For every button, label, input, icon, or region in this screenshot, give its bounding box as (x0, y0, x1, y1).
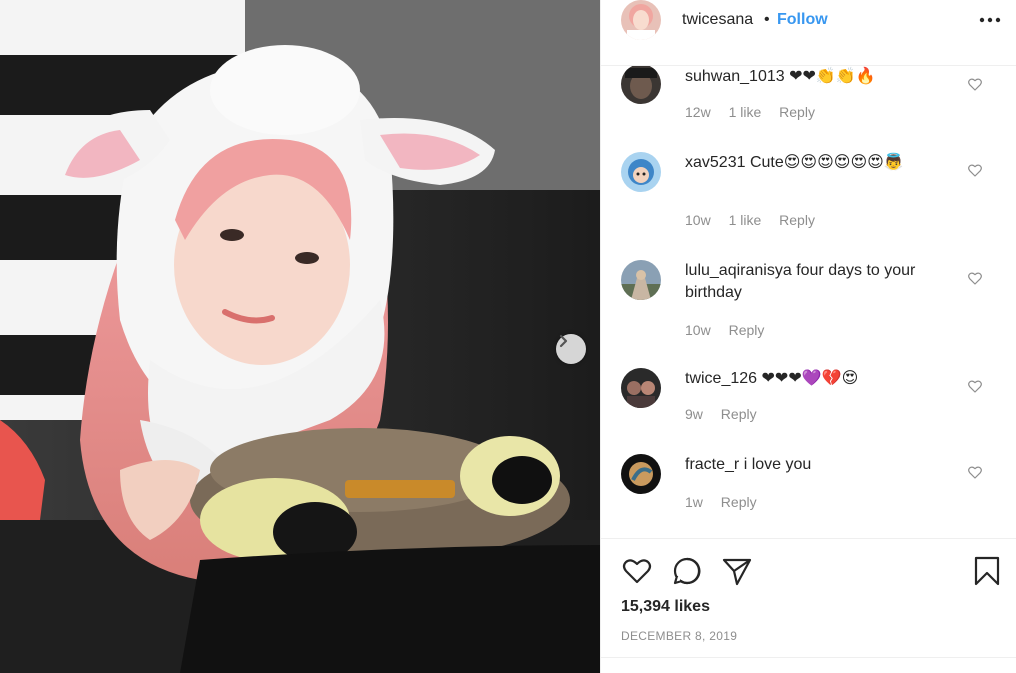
follow-button[interactable]: Follow (777, 11, 828, 29)
comment-time: 9w (685, 406, 703, 422)
post-photo (0, 0, 600, 673)
comment-text: ❤❤👏👏🔥 (789, 68, 876, 85)
post-header: twicesana • Follow (601, 0, 1016, 66)
commenter-avatar[interactable] (621, 368, 661, 408)
comment-body: fracte_r i love you (685, 454, 957, 476)
comment-meta: 10w 1 like Reply (685, 212, 829, 228)
post-panel: twicesana • Follow suhwan_1013 ❤❤👏👏🔥 12w… (600, 0, 1016, 673)
comment-time: 10w (685, 212, 711, 228)
commenter-avatar-image (621, 152, 661, 192)
commenter-username[interactable]: fracte_r (685, 456, 739, 473)
comment-meta: 9w Reply (685, 406, 771, 422)
comment-body: xav5231 Cute😍😍😍😍😍😍👼 (685, 152, 957, 174)
author-avatar[interactable] (621, 0, 661, 40)
commenter-username[interactable]: suhwan_1013 (685, 68, 785, 85)
comments-list[interactable]: suhwan_1013 ❤❤👏👏🔥 12w 1 like Reply xav52… (601, 66, 1016, 538)
comment-body: suhwan_1013 ❤❤👏👏🔥 (685, 66, 957, 88)
post-date: December 8, 2019 (621, 629, 738, 643)
comment-text: ❤❤❤💜💔😍 (761, 370, 859, 387)
comment-time: 12w (685, 104, 711, 120)
next-photo-button[interactable] (556, 334, 586, 364)
comment-body: twice_126 ❤❤❤💜💔😍 (685, 368, 957, 390)
author-username[interactable]: twicesana (682, 11, 753, 29)
comment-likes[interactable]: 1 like (729, 104, 762, 120)
comment-meta: 1w Reply (685, 494, 771, 510)
commenter-avatar-image (621, 66, 661, 104)
comment-text: i love you (743, 456, 812, 473)
comment-icon[interactable] (671, 555, 703, 587)
bookmark-icon[interactable] (971, 555, 1003, 587)
commenter-avatar[interactable] (621, 66, 661, 104)
reply-button[interactable]: Reply (729, 322, 765, 338)
commenter-avatar-image (621, 260, 661, 300)
comment-meta: 12w 1 like Reply (685, 104, 829, 120)
author-avatar-image (621, 0, 661, 40)
comment-meta: 10w Reply (685, 322, 778, 338)
reply-button[interactable]: Reply (779, 212, 815, 228)
heart-icon[interactable] (621, 555, 653, 587)
comment-time: 1w (685, 494, 703, 510)
commenter-username[interactable]: lulu_aqiranisya (685, 262, 792, 279)
heart-icon[interactable] (967, 76, 983, 92)
heart-icon[interactable] (967, 162, 983, 178)
divider (601, 657, 1016, 658)
heart-icon[interactable] (967, 270, 983, 286)
share-icon[interactable] (721, 555, 753, 587)
comment-time: 10w (685, 322, 711, 338)
commenter-username[interactable]: xav5231 (685, 154, 746, 171)
commenter-avatar-image (621, 454, 661, 494)
commenter-avatar[interactable] (621, 260, 661, 300)
reply-button[interactable]: Reply (779, 104, 815, 120)
commenter-avatar[interactable] (621, 454, 661, 494)
chevron-right-icon (559, 334, 568, 348)
likes-count[interactable]: 15,394 likes (621, 598, 710, 616)
more-options-icon[interactable] (978, 12, 1002, 28)
heart-icon[interactable] (967, 378, 983, 394)
reply-button[interactable]: Reply (721, 406, 757, 422)
comment-likes[interactable]: 1 like (729, 212, 762, 228)
separator-dot: • (764, 11, 770, 28)
photo-illustration (0, 0, 600, 673)
post-actions: 15,394 likes December 8, 2019 (601, 538, 1016, 673)
comment-body: lulu_aqiranisya four days to your birthd… (685, 260, 957, 304)
commenter-avatar[interactable] (621, 152, 661, 192)
reply-button[interactable]: Reply (721, 494, 757, 510)
comment-text: Cute😍😍😍😍😍😍👼 (749, 154, 904, 171)
commenter-username[interactable]: twice_126 (685, 370, 757, 387)
heart-icon[interactable] (967, 464, 983, 480)
commenter-avatar-image (621, 368, 661, 408)
